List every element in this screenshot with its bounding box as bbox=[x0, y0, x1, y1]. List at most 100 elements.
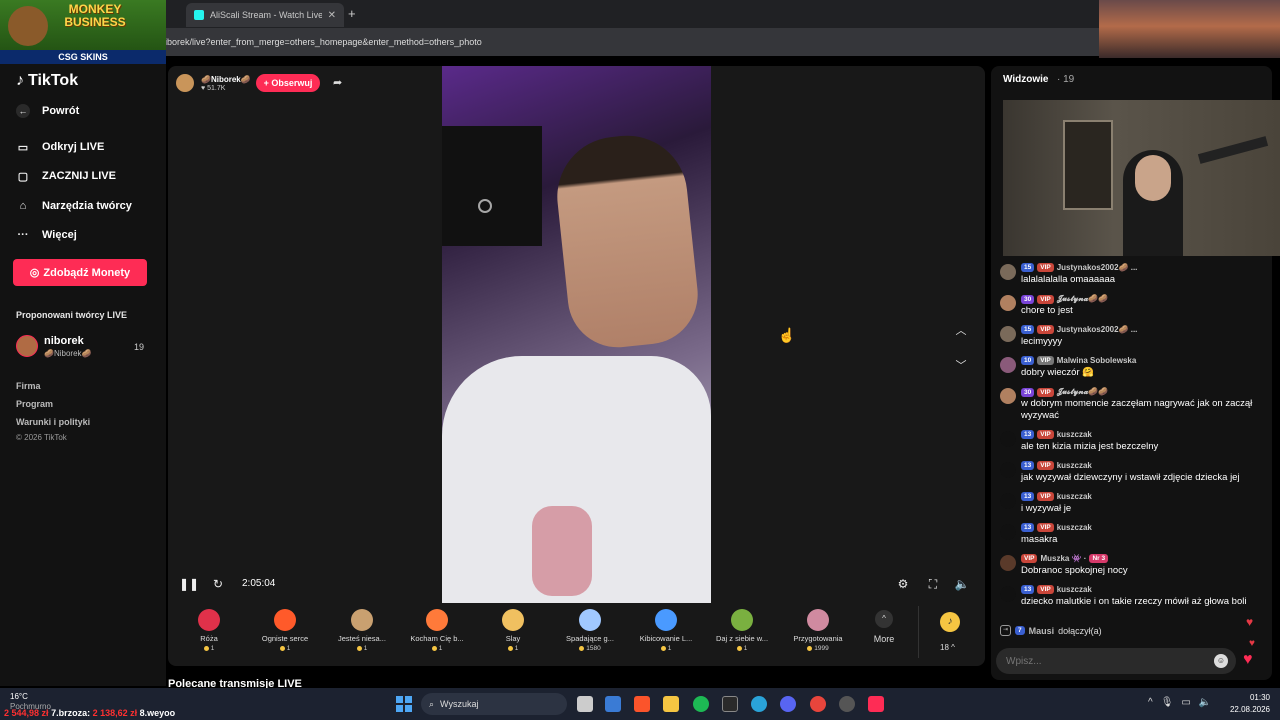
get-coins-button[interactable]: ◎ Zdobądź Monety bbox=[13, 259, 147, 286]
tiktok-logo[interactable]: ♪ TikTok bbox=[16, 72, 78, 90]
level-badge: 13 bbox=[1021, 492, 1035, 501]
vip-badge: VIP bbox=[1021, 554, 1038, 563]
promo-logo: MONKEY BUSINESS bbox=[64, 2, 126, 29]
gift-item[interactable]: Przygotowania 1999 bbox=[783, 609, 853, 652]
chat-avatar[interactable] bbox=[1000, 431, 1016, 447]
browser-tab-active[interactable]: AliScali Stream - Watch Live on ✕ bbox=[186, 3, 344, 27]
floating-heart-icon: ♥ bbox=[1249, 638, 1255, 649]
gift-icon bbox=[807, 609, 829, 631]
chat-avatar[interactable] bbox=[1000, 388, 1016, 404]
url-text[interactable]: iborek/live?enter_from_merge=others_home… bbox=[165, 37, 482, 47]
chat-avatar[interactable] bbox=[1000, 586, 1016, 602]
chat-avatar[interactable] bbox=[1000, 357, 1016, 373]
level-badge: 13 bbox=[1021, 461, 1035, 470]
file-explorer-icon[interactable] bbox=[663, 696, 679, 712]
gift-item[interactable]: Ogniste serce 1 bbox=[250, 609, 320, 652]
chrome-icon[interactable] bbox=[810, 696, 826, 712]
more-gifts-button[interactable]: ^ More bbox=[864, 610, 904, 644]
streamer-avatar[interactable] bbox=[176, 74, 194, 92]
suggested-creator-name[interactable]: niborek bbox=[44, 335, 84, 347]
chat-username[interactable]: kuszczak bbox=[1057, 585, 1092, 594]
spotify-icon[interactable] bbox=[693, 696, 709, 712]
gift-item[interactable]: Spadające g... 1580 bbox=[555, 609, 625, 652]
fullscreen-icon[interactable]: ⛶ bbox=[925, 576, 941, 592]
address-bar[interactable]: iborek/live?enter_from_merge=others_home… bbox=[0, 28, 1280, 56]
chat-username[interactable]: 𝓙𝓾𝓼𝓽𝔂𝓷𝓪🥔🥔 bbox=[1057, 294, 1109, 304]
chat-username[interactable]: Muszka 👾 · bbox=[1040, 554, 1086, 563]
taskbar-search[interactable]: ⌕ Wyszukaj bbox=[421, 693, 567, 715]
task-view-icon[interactable] bbox=[577, 696, 593, 712]
chat-avatar[interactable] bbox=[1000, 493, 1016, 509]
previous-stream-chevron-up-icon[interactable]: ︿ bbox=[951, 320, 971, 340]
footer-link-terms[interactable]: Warunki i polityki bbox=[16, 417, 90, 427]
volume-icon[interactable]: 🔈 bbox=[954, 576, 970, 592]
chat-message-header: 30 VIP 𝓙𝓾𝓼𝓽𝔂𝓷𝓪🥔🥔 bbox=[1021, 294, 1108, 304]
gift-item[interactable]: Kocham Cię b... 1 bbox=[402, 609, 472, 652]
chat-input[interactable] bbox=[996, 648, 1236, 674]
chat-username[interactable]: kuszczak bbox=[1057, 461, 1092, 470]
sidebar-item-start-live[interactable]: ▢ ZACZNIJ LIVE bbox=[16, 166, 116, 186]
viewers-title[interactable]: Widzowie bbox=[1003, 74, 1048, 85]
gift-name: Daj z siebie w... bbox=[715, 634, 769, 643]
gift-item[interactable]: Jesteś niesa... 1 bbox=[327, 609, 397, 652]
sidebar-item-more[interactable]: ··· Więcej bbox=[16, 225, 77, 245]
chat-avatar[interactable] bbox=[1000, 264, 1016, 280]
pause-icon[interactable]: ❚❚ bbox=[179, 576, 199, 592]
emoji-icon[interactable]: ☺ bbox=[1214, 654, 1228, 668]
obs-icon[interactable] bbox=[839, 696, 855, 712]
brave-browser-icon[interactable] bbox=[634, 696, 650, 712]
microphone-icon[interactable]: 🎙 bbox=[1161, 697, 1174, 708]
chat-username[interactable]: 𝓙𝓾𝓼𝓽𝔂𝓷𝓪🥔🥔 bbox=[1057, 387, 1109, 397]
suggested-creator-avatar[interactable] bbox=[16, 335, 38, 357]
refresh-icon[interactable]: ↻ bbox=[210, 576, 226, 592]
follow-button[interactable]: + Obserwuj bbox=[256, 74, 320, 92]
speaker-icon[interactable]: 🔈 bbox=[1199, 697, 1211, 708]
sidebar-item-discover-live[interactable]: ▭ Odkryj LIVE bbox=[16, 137, 105, 157]
chat-username[interactable]: Malwina Sobolewska bbox=[1057, 356, 1137, 365]
sidebar-item-back[interactable]: ← Powrót bbox=[16, 101, 79, 121]
chat-avatar[interactable] bbox=[1000, 326, 1016, 342]
sidebar-item-creator-tools[interactable]: ⌂ Narzędzia twórcy bbox=[16, 196, 132, 216]
chat-username[interactable]: kuszczak bbox=[1057, 492, 1092, 501]
store-icon[interactable] bbox=[605, 696, 621, 712]
footer-link-program[interactable]: Program bbox=[16, 399, 53, 409]
chevron-up-icon[interactable]: ^ bbox=[1148, 697, 1153, 708]
chat-username[interactable]: Justynakos2002🥔 ... bbox=[1057, 263, 1138, 272]
chat-username[interactable]: kuszczak bbox=[1057, 523, 1092, 532]
gift-name: Spadające g... bbox=[566, 634, 614, 643]
monkey-mascot-icon bbox=[8, 6, 48, 46]
chat-avatar[interactable] bbox=[1000, 295, 1016, 311]
system-clock[interactable]: 01:30 22.08.2026 bbox=[1226, 692, 1270, 716]
gift-item[interactable]: Daj z siebie w... 1 bbox=[707, 609, 777, 652]
gift-item[interactable]: Slay 1 bbox=[478, 609, 548, 652]
xbox-icon[interactable] bbox=[722, 696, 738, 712]
windows-start-icon[interactable] bbox=[396, 696, 412, 712]
streamer-name[interactable]: 🥔Niborek🥔 bbox=[201, 75, 251, 84]
vip-badge: VIP bbox=[1037, 294, 1054, 304]
settings-gear-icon[interactable]: ⚙ bbox=[895, 576, 911, 592]
joined-user[interactable]: Mausi bbox=[1029, 626, 1055, 636]
share-icon[interactable]: ➦ bbox=[333, 76, 347, 90]
chat-username[interactable]: Justynakos2002🥔 ... bbox=[1057, 325, 1138, 334]
discord-icon[interactable] bbox=[780, 696, 796, 712]
chat-avatar[interactable] bbox=[1000, 462, 1016, 478]
home-tools-icon: ⌂ bbox=[19, 200, 27, 212]
gift-item[interactable]: Róża 1 bbox=[174, 609, 244, 652]
coin-balance[interactable]: 18 ^ bbox=[940, 643, 955, 652]
next-stream-chevron-down-icon[interactable]: ﹀ bbox=[951, 355, 971, 375]
chat-avatar[interactable] bbox=[1000, 524, 1016, 540]
footer-link-company[interactable]: Firma bbox=[16, 381, 41, 391]
coin-balance-icon[interactable]: ♪ bbox=[940, 612, 960, 632]
edge-icon[interactable] bbox=[751, 696, 767, 712]
network-icon[interactable]: ▭ bbox=[1181, 697, 1190, 708]
close-tab-icon[interactable]: ✕ bbox=[328, 10, 336, 21]
like-heart-button[interactable]: ♥ bbox=[1243, 651, 1261, 669]
gift-icon bbox=[655, 609, 677, 631]
live-video[interactable] bbox=[442, 66, 711, 603]
gift-item[interactable]: Kibicowanie L... 1 bbox=[631, 609, 701, 652]
chat-username[interactable]: kuszczak bbox=[1057, 430, 1092, 439]
system-tray[interactable]: ^ 🎙 ▭ 🔈 bbox=[1148, 697, 1211, 708]
chat-avatar[interactable] bbox=[1000, 555, 1016, 571]
tiktok-app-icon[interactable] bbox=[868, 696, 884, 712]
new-tab-button[interactable]: + bbox=[348, 6, 356, 21]
